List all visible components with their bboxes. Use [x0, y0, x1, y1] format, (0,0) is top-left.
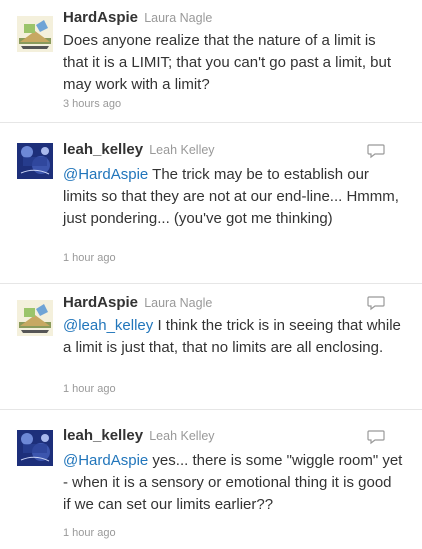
tweet-item[interactable]: leah_kelley Leah Kelley @HardAspie The t… — [0, 123, 422, 284]
speech-bubble-icon[interactable] — [366, 429, 386, 445]
tweet-text: @HardAspie yes... there is some "wiggle … — [63, 450, 403, 516]
tweet-header: HardAspie Laura Nagle — [63, 294, 212, 311]
tweet-timestamp[interactable]: 3 hours ago — [63, 98, 121, 110]
tweet-header: HardAspie Laura Nagle — [63, 9, 212, 26]
screen-name[interactable]: HardAspie — [63, 9, 138, 26]
leah-kelley-avatar[interactable] — [17, 143, 53, 179]
tweet-timestamp[interactable]: 1 hour ago — [63, 527, 116, 539]
tweet-item[interactable]: HardAspie Laura Nagle @leah_kelley I thi… — [0, 284, 422, 410]
tweet-timestamp[interactable]: 1 hour ago — [63, 383, 116, 395]
tweet-text: @leah_kelley I think the trick is in see… — [63, 315, 403, 359]
leah-kelley-avatar[interactable] — [17, 430, 53, 466]
tweet-header: leah_kelley Leah Kelley — [63, 427, 215, 444]
speech-bubble-icon[interactable] — [366, 143, 386, 159]
mention-link[interactable]: @HardAspie — [63, 166, 148, 183]
screen-name[interactable]: leah_kelley — [63, 141, 143, 158]
full-name: Leah Kelley — [149, 429, 215, 443]
tweet-text: @HardAspie The trick may be to establish… — [63, 164, 403, 230]
hardaspie-avatar[interactable] — [17, 16, 53, 52]
tweet-body: Does anyone realize that the nature of a… — [63, 32, 392, 93]
screen-name[interactable]: HardAspie — [63, 294, 138, 311]
full-name: Leah Kelley — [149, 143, 215, 157]
full-name: Laura Nagle — [144, 11, 213, 25]
tweet-timeline: HardAspie Laura Nagle Does anyone realiz… — [0, 0, 422, 549]
speech-bubble-icon[interactable] — [366, 295, 386, 311]
hardaspie-avatar[interactable] — [17, 300, 53, 336]
tweet-timestamp[interactable]: 1 hour ago — [63, 252, 116, 264]
tweet-text: Does anyone realize that the nature of a… — [63, 30, 403, 96]
full-name: Laura Nagle — [144, 296, 213, 310]
screen-name[interactable]: leah_kelley — [63, 427, 143, 444]
mention-link[interactable]: @leah_kelley — [63, 317, 153, 334]
tweet-header: leah_kelley Leah Kelley — [63, 141, 215, 158]
tweet-item[interactable]: HardAspie Laura Nagle Does anyone realiz… — [0, 0, 422, 123]
mention-link[interactable]: @HardAspie — [63, 452, 148, 469]
tweet-item[interactable]: leah_kelley Leah Kelley @HardAspie yes..… — [0, 410, 422, 549]
